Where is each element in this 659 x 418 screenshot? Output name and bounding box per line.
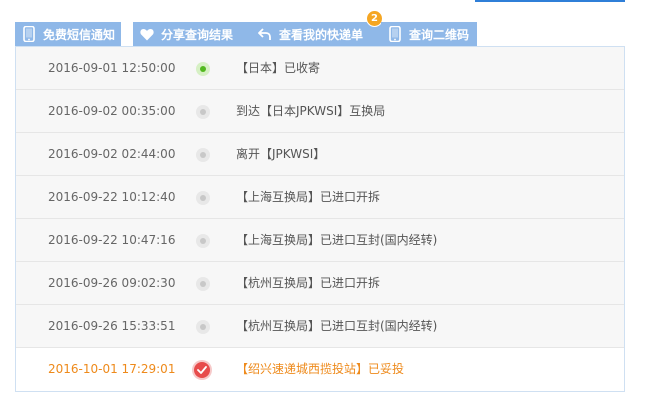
share-result-button[interactable]: 分享查询结果 (133, 22, 257, 46)
event-time: 2016-09-26 15:33:51 (48, 319, 176, 333)
tracking-row: 2016-09-26 09:02:30 【杭州互换局】已进口开拆 (16, 262, 624, 305)
my-express-button[interactable]: 查看我的快递单 2 (251, 10, 387, 46)
tracking-timeline-table: 2016-09-01 12:50:00 【日本】已收寄 2016-09-02 0… (15, 46, 625, 392)
event-time: 2016-09-22 10:12:40 (48, 190, 176, 204)
delivered-check-icon (192, 360, 212, 380)
tracking-row: 2016-09-02 02:44:00 离开【JPKWSI】 (16, 133, 624, 176)
event-description: 【杭州互换局】已进口开拆 (236, 276, 381, 290)
sms-notify-button[interactable]: 免费短信通知 (15, 22, 121, 46)
timeline-dot (196, 234, 210, 248)
sms-notify-label: 免费短信通知 (43, 27, 116, 42)
event-description: 【杭州互换局】已进口互封(国内经转) (236, 319, 438, 333)
event-description: 离开【JPKWSI】 (236, 147, 326, 161)
timeline-dot-start (196, 62, 210, 76)
tracking-row-latest: 2016-10-01 17:29:01 【绍兴速递城西揽投站】已妥投 (16, 348, 624, 391)
event-time: 2016-09-02 00:35:00 (48, 104, 176, 118)
share-result-label: 分享查询结果 (161, 27, 234, 42)
tracking-row: 2016-09-02 00:35:00 到达【日本JPKWSI】互换局 (16, 90, 624, 133)
tracking-row: 2016-09-22 10:47:16 【上海互换局】已进口互封(国内经转) (16, 219, 624, 262)
tracking-row: 2016-09-22 10:12:40 【上海互换局】已进口开拆 (16, 176, 624, 219)
event-time: 2016-09-22 10:47:16 (48, 233, 176, 247)
qrcode-label: 查询二维码 (409, 27, 470, 42)
timeline-dot (196, 148, 210, 162)
timeline-dot (196, 191, 210, 205)
event-description: 到达【日本JPKWSI】互换局 (236, 104, 386, 118)
phone-icon (21, 26, 37, 42)
event-description: 【上海互换局】已进口互封(国内经转) (236, 233, 438, 247)
event-description: 【日本】已收寄 (236, 61, 321, 75)
top-accent-strip (475, 0, 625, 2)
timeline-dot (196, 277, 210, 291)
event-description: 【上海互换局】已进口开拆 (236, 190, 381, 204)
tracking-row: 2016-09-01 12:50:00 【日本】已收寄 (16, 47, 624, 90)
heart-icon (139, 26, 155, 42)
my-express-label: 查看我的快递单 (279, 27, 364, 42)
event-time: 2016-10-01 17:29:01 (48, 362, 176, 376)
event-time: 2016-09-01 12:50:00 (48, 61, 176, 75)
timeline-dot (196, 320, 210, 334)
qrcode-button[interactable]: 查询二维码 (381, 22, 477, 46)
return-arrow-icon (257, 26, 273, 42)
event-description: 【绍兴速递城西揽投站】已妥投 (236, 362, 405, 376)
event-time: 2016-09-26 09:02:30 (48, 276, 176, 290)
event-time: 2016-09-02 02:44:00 (48, 147, 176, 161)
timeline-dot (196, 105, 210, 119)
phone-icon (387, 26, 403, 42)
tracking-page: 免费短信通知 分享查询结果 查看我的快递单 2 查询二维码 2016-09-01… (0, 0, 659, 418)
tracking-row: 2016-09-26 15:33:51 【杭州互换局】已进口互封(国内经转) (16, 305, 624, 348)
